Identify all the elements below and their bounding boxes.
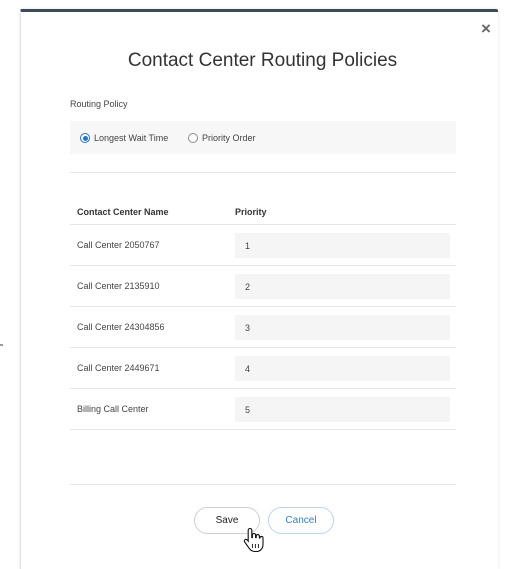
table-row: Billing Call Center [70, 389, 456, 430]
radio-longest-wait-time[interactable]: Longest Wait Time [80, 132, 168, 144]
table-row: Call Center 24304856 [70, 307, 456, 348]
table-row: Call Center 2050767 [70, 225, 456, 266]
radio-unchecked-icon[interactable] [188, 133, 198, 143]
footer-divider [70, 484, 456, 485]
priority-input[interactable] [235, 356, 450, 381]
hand-pointer-icon [243, 527, 264, 553]
section-divider [70, 172, 456, 173]
priority-input[interactable] [235, 315, 450, 340]
column-header-priority: Priority [235, 207, 267, 217]
priority-input[interactable] [235, 274, 450, 299]
contact-center-name: Call Center 2449671 [77, 363, 160, 373]
table-header: Contact Center Name Priority [70, 197, 456, 225]
contact-center-name: Call Center 2135910 [77, 281, 160, 291]
routing-policy-label: Routing Policy [70, 99, 128, 109]
radio-checked-icon[interactable] [80, 133, 90, 143]
radio-label: Priority Order [202, 133, 256, 143]
priority-input[interactable] [235, 233, 450, 258]
table-row: Call Center 2449671 [70, 348, 456, 389]
column-header-name: Contact Center Name [77, 207, 169, 217]
cancel-button[interactable]: Cancel [268, 507, 334, 534]
radio-priority-order[interactable]: Priority Order [188, 132, 256, 144]
dialog-title: Contact Center Routing Policies [127, 50, 398, 71]
radio-label: Longest Wait Time [94, 133, 169, 143]
priority-input[interactable] [235, 397, 450, 422]
table-row: Call Center 2135910 [70, 266, 456, 307]
contact-center-name: Call Center 24304856 [77, 322, 165, 332]
routing-policy-options: Longest Wait Time Priority Order [70, 121, 456, 154]
close-icon[interactable]: × [479, 20, 493, 37]
background-edge-mark [0, 344, 3, 346]
contact-center-name: Call Center 2050767 [77, 240, 160, 250]
contact-center-name: Billing Call Center [77, 404, 149, 414]
